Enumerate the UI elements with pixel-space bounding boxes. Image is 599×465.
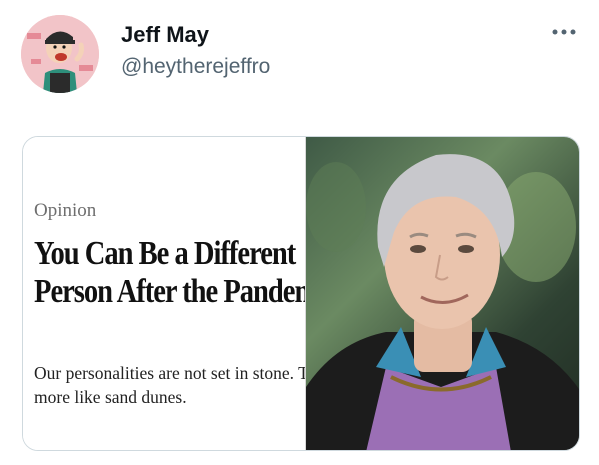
article-kicker: Opinion	[34, 200, 97, 221]
more-dots-icon	[552, 29, 576, 35]
author-handle[interactable]: @heytherejeffro	[121, 55, 270, 79]
tweet-header: Jeff May @heytherejeffro	[0, 0, 599, 110]
cartoon-avatar-icon	[21, 15, 99, 93]
author-name[interactable]: Jeff May	[121, 22, 209, 48]
more-options-button[interactable]	[548, 22, 580, 42]
article-headline: You Can Be a Different Person After the …	[34, 235, 306, 310]
avatar[interactable]	[21, 15, 99, 93]
tweet-media[interactable]: Opinion You Can Be a Different Person Af…	[22, 136, 580, 451]
article-summary: Our personalities are not set in stone. …	[34, 363, 305, 407]
article-screenshot: Opinion You Can Be a Different Person Af…	[23, 137, 306, 450]
man-with-silver-hair-photo	[306, 137, 579, 450]
portrait-illustration	[306, 154, 579, 450]
